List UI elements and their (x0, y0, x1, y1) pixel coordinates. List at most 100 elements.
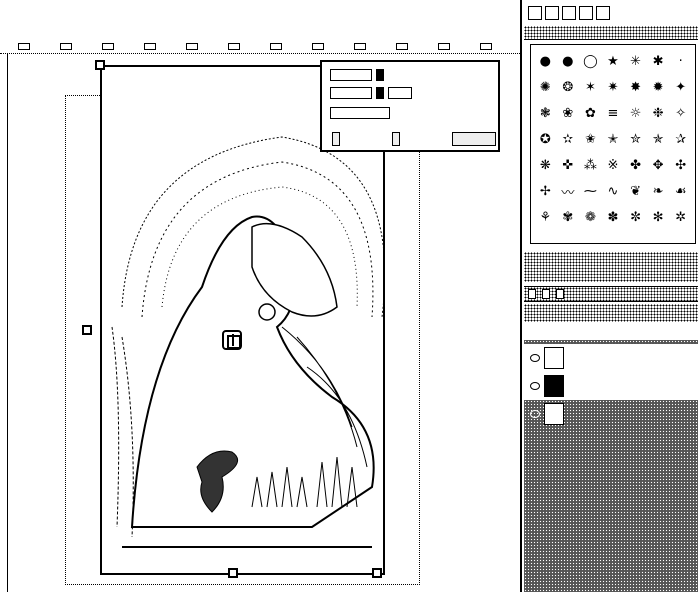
ruler-tick (60, 43, 72, 50)
tab-paths[interactable] (556, 289, 564, 299)
popup-spinner-1[interactable] (376, 69, 384, 81)
brush-preset-icon[interactable]: ❉ (647, 100, 670, 126)
brush-preset-icon[interactable]: ● (557, 48, 580, 74)
popup-field-3[interactable] (330, 107, 390, 119)
brush-preset-icon[interactable]: ✤ (624, 152, 647, 178)
brush-preset-icon[interactable]: ✼ (624, 204, 647, 230)
brush-preset-icon[interactable]: ✫ (557, 126, 580, 152)
popup-field-1[interactable] (330, 69, 372, 81)
ruler-tick (312, 43, 324, 50)
popup-row-1 (330, 68, 384, 82)
popup-row-3 (330, 106, 390, 120)
layer-row[interactable] (524, 344, 698, 372)
tab-channels[interactable] (542, 289, 550, 299)
brush-preset-icon[interactable]: ※ (602, 152, 625, 178)
brush-preset-icon[interactable]: ✹ (647, 74, 670, 100)
brush-preset-icon[interactable]: ❁ (579, 204, 602, 230)
brush-preset-icon[interactable]: ★ (602, 48, 625, 74)
brush-preset-icon[interactable]: ❀ (557, 100, 580, 126)
ruler-tick (186, 43, 198, 50)
ruler-tick (270, 43, 282, 50)
eye-icon[interactable] (530, 354, 540, 362)
layer-row-selected[interactable] (524, 372, 698, 400)
brush-preset-icon[interactable]: ◯ (579, 48, 602, 74)
popup-button-3[interactable] (452, 132, 496, 146)
brush-preset-icon[interactable]: ⁂ (579, 152, 602, 178)
canvas-area[interactable] (0, 0, 520, 592)
brush-preset-icon[interactable]: ✰ (669, 126, 692, 152)
brush-preset-icon[interactable]: ❧ (647, 178, 670, 204)
brushes-panel-header[interactable] (524, 26, 698, 40)
brush-preset-icon[interactable]: ✾ (557, 204, 580, 230)
brush-preset-icon[interactable]: ✯ (647, 126, 670, 152)
layer-row[interactable] (524, 400, 698, 428)
resize-handle-bottom-right[interactable] (372, 568, 382, 578)
brush-preset-icon[interactable]: ✣ (669, 152, 692, 178)
popup-spinner-2[interactable] (376, 87, 384, 99)
ruler-tick (480, 43, 492, 50)
resize-handle-bottom-center[interactable] (228, 568, 238, 578)
brush-preset-icon[interactable]: ✮ (624, 126, 647, 152)
brush-preset-icon[interactable]: ✢ (534, 178, 557, 204)
eye-icon[interactable] (530, 382, 540, 390)
brush-preset-icon[interactable]: · (669, 48, 692, 74)
ruler-tick (354, 43, 366, 50)
left-ruler (2, 54, 8, 592)
transform-options-dialog (320, 60, 500, 152)
brush-preset-icon[interactable]: ✧ (669, 100, 692, 126)
layer-thumbnail (544, 375, 564, 397)
brush-preset-icon[interactable]: ✜ (557, 152, 580, 178)
ruler-tick (396, 43, 408, 50)
brush-preset-icon[interactable]: ✶ (579, 74, 602, 100)
brush-preset-icon[interactable]: ✽ (602, 204, 625, 230)
brush-preset-icon[interactable]: ✻ (647, 204, 670, 230)
brush-preset-icon[interactable]: ❋ (534, 152, 557, 178)
toolbar-button-1[interactable] (528, 6, 542, 20)
panel-toolbar (524, 4, 698, 22)
toolbar-button-3[interactable] (562, 6, 576, 20)
popup-field-2[interactable] (330, 87, 372, 99)
brush-preset-icon[interactable]: ✸ (624, 74, 647, 100)
brush-preset-icon[interactable]: ⚘ (534, 204, 557, 230)
ruler-tick (102, 43, 114, 50)
resize-handle-top-left[interactable] (95, 60, 105, 70)
toolbar-button-4[interactable] (579, 6, 593, 20)
brush-preset-icon[interactable]: ✥ (647, 152, 670, 178)
brush-preset-icon[interactable]: ✷ (602, 74, 625, 100)
brush-preset-icon[interactable]: ≡ (602, 100, 625, 126)
brush-preset-icon[interactable]: ☼ (624, 100, 647, 126)
ruler-tick (18, 43, 30, 50)
layers-options-bar (524, 304, 698, 322)
brush-preset-icon[interactable]: ✦ (669, 74, 692, 100)
brush-preset-icon[interactable]: ✺ (534, 74, 557, 100)
brush-preset-icon[interactable]: ✳ (624, 48, 647, 74)
brush-preset-icon[interactable]: ∿ (602, 178, 625, 204)
eye-icon[interactable] (530, 410, 540, 418)
toolbar-button-2[interactable] (545, 6, 559, 20)
brush-preset-icon[interactable]: 〰 (557, 178, 580, 204)
transform-center-marker[interactable] (222, 330, 242, 350)
brush-preset-icon[interactable]: ✬ (579, 126, 602, 152)
top-ruler (0, 40, 520, 54)
brush-preset-icon[interactable]: ✪ (534, 126, 557, 152)
brush-preset-icon[interactable]: ❦ (624, 178, 647, 204)
brush-preset-icon[interactable]: ✿ (579, 100, 602, 126)
resize-handle-mid-left[interactable] (82, 325, 92, 335)
brushes-panel-footer (524, 252, 698, 282)
brush-preset-icon[interactable]: ☙ (669, 178, 692, 204)
popup-button-1[interactable] (332, 132, 340, 146)
brush-preset-icon[interactable]: ❃ (534, 100, 557, 126)
layer-thumbnail (544, 403, 564, 425)
toolbar-button-5[interactable] (596, 6, 610, 20)
ruler-tick (144, 43, 156, 50)
brush-preset-icon[interactable]: ✭ (602, 126, 625, 152)
brush-preset-icon[interactable]: ❂ (557, 74, 580, 100)
layers-tabs (524, 286, 698, 302)
brush-preset-icon[interactable]: ✲ (669, 204, 692, 230)
brush-preset-icon[interactable]: ● (534, 48, 557, 74)
brush-preset-icon[interactable]: ⁓ (579, 178, 602, 204)
tab-layers[interactable] (528, 289, 536, 299)
brush-preset-icon[interactable]: ✱ (647, 48, 670, 74)
popup-dropdown[interactable] (388, 87, 412, 99)
popup-button-2[interactable] (392, 132, 400, 146)
